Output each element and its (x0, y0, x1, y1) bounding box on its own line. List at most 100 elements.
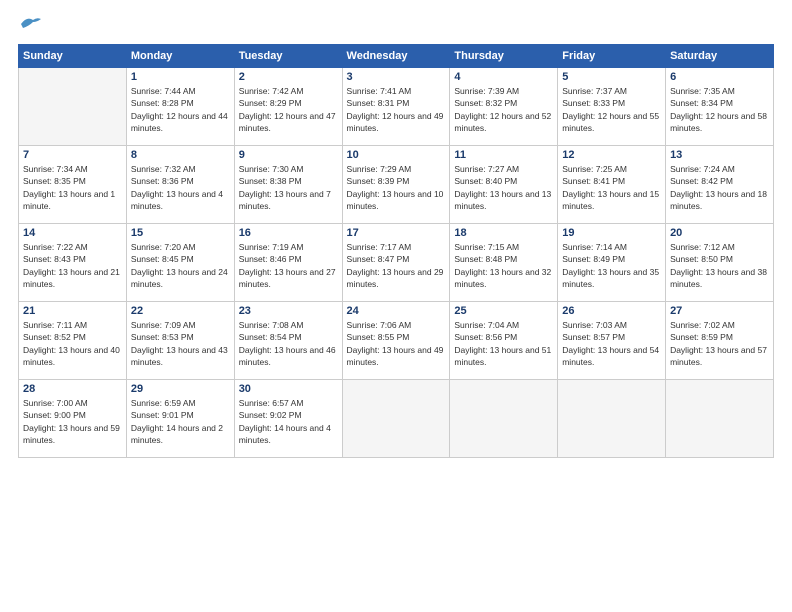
day-cell: 27Sunrise: 7:02 AMSunset: 8:59 PMDayligh… (666, 302, 774, 380)
day-cell: 26 Sunrise: 7:03 AMSunset: 8:57 PMDayligh… (558, 302, 666, 380)
header-row: SundayMondayTuesdayWednesdayThursdayFrid… (19, 45, 774, 68)
day-info: Sunrise: 7:35 AMSunset: 8:34 PMDaylight:… (670, 85, 769, 134)
day-cell: 20 Sunrise: 7:12 AMSunset: 8:50 PMDayligh… (666, 224, 774, 302)
day-cell: 18Sunrise: 7:15 AMSunset: 8:48 PMDayligh… (450, 224, 558, 302)
day-info: Sunrise: 7:11 AMSunset: 8:52 PMDaylight:… (23, 319, 122, 368)
day-number: 29 (131, 383, 230, 395)
header-cell-monday: Monday (126, 45, 234, 68)
day-number: 11 (454, 149, 553, 161)
header-cell-saturday: Saturday (666, 45, 774, 68)
day-info: Sunrise: 7:09 AMSunset: 8:53 PMDaylight:… (131, 319, 230, 368)
header-cell-friday: Friday (558, 45, 666, 68)
day-number: 2 (239, 71, 338, 83)
page: SundayMondayTuesdayWednesdayThursdayFrid… (0, 0, 792, 468)
day-number: 19 (562, 227, 661, 239)
day-cell (342, 380, 450, 458)
day-number: 26 (562, 305, 661, 317)
day-info: Sunrise: 6:57 AMSunset: 9:02 PMDaylight:… (239, 397, 338, 446)
header-cell-sunday: Sunday (19, 45, 127, 68)
day-info: Sunrise: 7:12 AMSunset: 8:50 PMDaylight:… (670, 241, 769, 290)
day-cell: 22 Sunrise: 7:09 AMSunset: 8:53 PMDayligh… (126, 302, 234, 380)
day-cell: 17 Sunrise: 7:17 AMSunset: 8:47 PMDayligh… (342, 224, 450, 302)
day-number: 15 (131, 227, 230, 239)
day-number: 13 (670, 149, 769, 161)
day-number: 23 (239, 305, 338, 317)
day-cell: 5 Sunrise: 7:37 AMSunset: 8:33 PMDaylight… (558, 68, 666, 146)
header-cell-wednesday: Wednesday (342, 45, 450, 68)
day-cell: 1 Sunrise: 7:44 AMSunset: 8:28 PMDaylight… (126, 68, 234, 146)
day-cell: 9 Sunrise: 7:30 AMSunset: 8:38 PMDaylight… (234, 146, 342, 224)
day-info: Sunrise: 7:32 AMSunset: 8:36 PMDaylight:… (131, 163, 230, 212)
week-row-1: 1 Sunrise: 7:44 AMSunset: 8:28 PMDaylight… (19, 68, 774, 146)
logo-bird-icon (19, 16, 41, 32)
day-cell (450, 380, 558, 458)
day-number: 12 (562, 149, 661, 161)
day-info: Sunrise: 6:59 AMSunset: 9:01 PMDaylight:… (131, 397, 230, 446)
day-info: Sunrise: 7:02 AMSunset: 8:59 PMDaylight:… (670, 319, 769, 368)
day-number: 9 (239, 149, 338, 161)
day-info: Sunrise: 7:29 AMSunset: 8:39 PMDaylight:… (347, 163, 446, 212)
day-info: Sunrise: 7:25 AMSunset: 8:41 PMDaylight:… (562, 163, 661, 212)
day-number: 3 (347, 71, 446, 83)
calendar-table: SundayMondayTuesdayWednesdayThursdayFrid… (18, 44, 774, 458)
day-info: Sunrise: 7:22 AMSunset: 8:43 PMDaylight:… (23, 241, 122, 290)
day-cell: 6 Sunrise: 7:35 AMSunset: 8:34 PMDaylight… (666, 68, 774, 146)
day-info: Sunrise: 7:06 AMSunset: 8:55 PMDaylight:… (347, 319, 446, 368)
day-number: 17 (347, 227, 446, 239)
day-cell: 7 Sunrise: 7:34 AMSunset: 8:35 PMDaylight… (19, 146, 127, 224)
day-info: Sunrise: 7:27 AMSunset: 8:40 PMDaylight:… (454, 163, 553, 212)
day-info: Sunrise: 7:08 AMSunset: 8:54 PMDaylight:… (239, 319, 338, 368)
day-cell: 23 Sunrise: 7:08 AMSunset: 8:54 PMDayligh… (234, 302, 342, 380)
day-cell: 4Sunrise: 7:39 AMSunset: 8:32 PMDaylight… (450, 68, 558, 146)
week-row-3: 14Sunrise: 7:22 AMSunset: 8:43 PMDayligh… (19, 224, 774, 302)
day-info: Sunrise: 7:37 AMSunset: 8:33 PMDaylight:… (562, 85, 661, 134)
day-info: Sunrise: 7:20 AMSunset: 8:45 PMDaylight:… (131, 241, 230, 290)
day-number: 6 (670, 71, 769, 83)
day-cell: 2 Sunrise: 7:42 AMSunset: 8:29 PMDaylight… (234, 68, 342, 146)
day-cell (558, 380, 666, 458)
day-cell: 24 Sunrise: 7:06 AMSunset: 8:55 PMDayligh… (342, 302, 450, 380)
day-cell: 3 Sunrise: 7:41 AMSunset: 8:31 PMDaylight… (342, 68, 450, 146)
day-cell: 11 Sunrise: 7:27 AMSunset: 8:40 PMDayligh… (450, 146, 558, 224)
day-info: Sunrise: 7:24 AMSunset: 8:42 PMDaylight:… (670, 163, 769, 212)
day-cell: 14Sunrise: 7:22 AMSunset: 8:43 PMDayligh… (19, 224, 127, 302)
day-cell: 10 Sunrise: 7:29 AMSunset: 8:39 PMDayligh… (342, 146, 450, 224)
header (18, 18, 774, 32)
day-info: Sunrise: 7:39 AMSunset: 8:32 PMDaylight:… (454, 85, 553, 134)
day-number: 28 (23, 383, 122, 395)
day-info: Sunrise: 7:30 AMSunset: 8:38 PMDaylight:… (239, 163, 338, 212)
logo (18, 18, 41, 32)
day-info: Sunrise: 7:00 AMSunset: 9:00 PMDaylight:… (23, 397, 122, 446)
day-number: 16 (239, 227, 338, 239)
day-number: 5 (562, 71, 661, 83)
day-cell: 16 Sunrise: 7:19 AMSunset: 8:46 PMDayligh… (234, 224, 342, 302)
day-info: Sunrise: 7:34 AMSunset: 8:35 PMDaylight:… (23, 163, 122, 212)
day-info: Sunrise: 7:41 AMSunset: 8:31 PMDaylight:… (347, 85, 446, 134)
day-cell: 19Sunrise: 7:14 AMSunset: 8:49 PMDayligh… (558, 224, 666, 302)
day-cell: 8Sunrise: 7:32 AMSunset: 8:36 PMDaylight… (126, 146, 234, 224)
day-cell (19, 68, 127, 146)
day-number: 25 (454, 305, 553, 317)
day-number: 22 (131, 305, 230, 317)
day-number: 20 (670, 227, 769, 239)
day-info: Sunrise: 7:03 AMSunset: 8:57 PMDaylight:… (562, 319, 661, 368)
day-info: Sunrise: 7:42 AMSunset: 8:29 PMDaylight:… (239, 85, 338, 134)
week-row-2: 7 Sunrise: 7:34 AMSunset: 8:35 PMDaylight… (19, 146, 774, 224)
day-cell: 21Sunrise: 7:11 AMSunset: 8:52 PMDayligh… (19, 302, 127, 380)
day-cell: 15 Sunrise: 7:20 AMSunset: 8:45 PMDayligh… (126, 224, 234, 302)
day-info: Sunrise: 7:15 AMSunset: 8:48 PMDaylight:… (454, 241, 553, 290)
day-number: 24 (347, 305, 446, 317)
day-cell: 28 Sunrise: 7:00 AMSunset: 9:00 PMDayligh… (19, 380, 127, 458)
day-cell: 13 Sunrise: 7:24 AMSunset: 8:42 PMDayligh… (666, 146, 774, 224)
header-cell-thursday: Thursday (450, 45, 558, 68)
day-info: Sunrise: 7:17 AMSunset: 8:47 PMDaylight:… (347, 241, 446, 290)
day-cell: 30 Sunrise: 6:57 AMSunset: 9:02 PMDayligh… (234, 380, 342, 458)
day-info: Sunrise: 7:44 AMSunset: 8:28 PMDaylight:… (131, 85, 230, 134)
day-number: 30 (239, 383, 338, 395)
day-info: Sunrise: 7:19 AMSunset: 8:46 PMDaylight:… (239, 241, 338, 290)
header-cell-tuesday: Tuesday (234, 45, 342, 68)
day-number: 1 (131, 71, 230, 83)
day-number: 7 (23, 149, 122, 161)
day-cell: 12 Sunrise: 7:25 AMSunset: 8:41 PMDayligh… (558, 146, 666, 224)
day-number: 10 (347, 149, 446, 161)
